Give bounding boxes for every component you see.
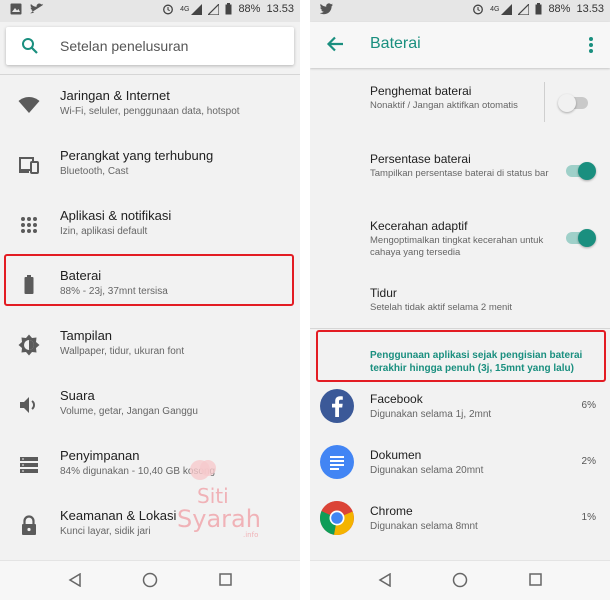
app-name: Facebook: [370, 392, 423, 406]
app-name: Dokumen: [370, 448, 422, 462]
item-title: Penyimpanan: [60, 448, 140, 463]
app-usage: Digunakan selama 20mnt: [370, 465, 484, 476]
app-usage: Digunakan selama 1j, 2mnt: [370, 409, 492, 420]
svg-text:Syarah: Syarah: [177, 505, 261, 533]
alarm-icon: [163, 4, 174, 15]
app-usage-row-chrome[interactable]: Chrome Digunakan selama 8mnt 1%: [310, 492, 610, 548]
divider: [310, 328, 610, 329]
item-title: Jaringan & Internet: [60, 88, 170, 103]
item-title: Keamanan & Lokasi: [60, 508, 177, 523]
item-subtitle: Bluetooth, Cast: [60, 166, 129, 177]
svg-text:.info: .info: [243, 531, 258, 539]
app-usage-row-facebook[interactable]: Facebook Digunakan selama 1j, 2mnt 6%: [310, 380, 610, 436]
signal-icon: [191, 3, 203, 15]
item-subtitle: Izin, aplikasi default: [60, 226, 148, 237]
item-subtitle: Wallpaper, tidur, ukuran font: [60, 346, 185, 357]
twitter-icon: [30, 3, 44, 14]
devices-icon: [19, 157, 39, 174]
lock-icon: [22, 515, 36, 535]
back-arrow-icon[interactable]: [326, 36, 344, 52]
pref-title: Tidur: [370, 286, 397, 300]
network-type: 4G: [490, 5, 500, 13]
recents-nav-button[interactable]: [529, 573, 542, 586]
pref-subtitle: Setelah tidak aktif selama 2 menit: [370, 302, 513, 313]
storage-icon: [20, 457, 38, 473]
settings-item-display[interactable]: Tampilan Wallpaper, tidur, ukuran font: [0, 314, 300, 374]
pref-subtitle: Mengoptimalkan tingkat kecerahan untuk c…: [370, 235, 544, 258]
speaker-icon: [20, 397, 35, 413]
alarm-icon: [473, 4, 484, 15]
app-percent: 2%: [581, 456, 596, 467]
pref-title: Kecerahan adaptif: [370, 219, 468, 233]
pref-title: Penghemat baterai: [370, 84, 472, 98]
settings-item-connected-devices[interactable]: Perangkat yang terhubung Bluetooth, Cast: [0, 134, 300, 194]
facebook-icon: [320, 389, 354, 423]
image-notification-icon: [10, 3, 22, 15]
navigation-bar: [0, 560, 300, 600]
chrome-icon: [320, 501, 354, 535]
status-bar: 4G 88% 13.53: [310, 0, 610, 22]
back-nav-button[interactable]: [378, 573, 392, 587]
highlight-box-battery: [4, 254, 294, 306]
app-usage-row-docs[interactable]: Dokumen Digunakan selama 20mnt 2%: [310, 436, 610, 492]
back-nav-button[interactable]: [68, 573, 82, 587]
docs-icon: [320, 445, 354, 479]
network-type: 4G: [180, 5, 190, 13]
item-subtitle: Wi-Fi, seluler, penggunaan data, hotspot: [60, 106, 240, 117]
app-bar: Baterai: [310, 22, 610, 68]
clock: 13.53: [576, 3, 604, 15]
recents-nav-button[interactable]: [219, 573, 232, 586]
navigation-bar: [310, 560, 610, 600]
watermark-graphic: Siti Syarah .info: [177, 460, 261, 539]
pref-title: Persentase baterai: [370, 152, 471, 166]
settings-item-sound[interactable]: Suara Volume, getar, Jangan Ganggu: [0, 374, 300, 434]
app-percent: 6%: [581, 400, 596, 411]
item-subtitle: Volume, getar, Jangan Ganggu: [60, 406, 198, 417]
wifi-icon: [18, 97, 40, 113]
item-subtitle: Kunci layar, sidik jari: [60, 526, 151, 537]
battery-percentage-toggle[interactable]: [566, 162, 596, 180]
item-title: Tampilan: [60, 328, 113, 343]
search-settings-bar[interactable]: Setelan penelusuran: [6, 27, 294, 65]
item-title: Aplikasi & notifikasi: [60, 208, 172, 223]
signal-icon: [501, 3, 513, 15]
toggle-thumb: [558, 94, 576, 112]
brightness-icon: [18, 334, 40, 356]
toggle-thumb: [578, 162, 596, 180]
app-percent: 1%: [581, 512, 596, 523]
apps-grid-icon: [21, 217, 37, 233]
home-nav-button[interactable]: [142, 572, 158, 588]
more-options-icon[interactable]: [588, 36, 594, 54]
search-icon: [22, 38, 38, 54]
settings-panel: 4G 88% 13.53 Setelan penelusuran Jaringa…: [0, 0, 300, 600]
battery-status-icon: [225, 3, 232, 15]
watermark-logo: Siti Syarah .info: [175, 455, 295, 545]
app-name: Chrome: [370, 504, 413, 518]
battery-percent: 88%: [238, 3, 261, 15]
no-sim-signal-icon: [518, 3, 530, 15]
adaptive-brightness-toggle[interactable]: [566, 229, 596, 247]
page-title: Baterai: [370, 35, 421, 52]
highlight-box-usage: [316, 330, 606, 382]
home-nav-button[interactable]: [452, 572, 468, 588]
clock: 13.53: [266, 3, 294, 15]
pref-subtitle: Tampilkan persentase baterai di status b…: [370, 168, 549, 179]
toggle-thumb: [578, 229, 596, 247]
search-placeholder: Setelan penelusuran: [60, 38, 189, 54]
twitter-icon: [320, 3, 333, 15]
pref-sleep[interactable]: Tidur Setelah tidak aktif selama 2 menit: [370, 284, 600, 320]
no-sim-signal-icon: [208, 3, 220, 15]
item-title: Suara: [60, 388, 95, 403]
item-title: Perangkat yang terhubung: [60, 148, 214, 163]
battery-saver-toggle[interactable]: [558, 94, 590, 112]
status-bar: 4G 88% 13.53: [0, 0, 300, 22]
battery-percent: 88%: [548, 3, 571, 15]
app-usage: Digunakan selama 8mnt: [370, 521, 478, 532]
battery-status-icon: [535, 3, 542, 15]
pref-subtitle: Nonaktif / Jangan aktifkan otomatis: [370, 100, 518, 111]
settings-item-network[interactable]: Jaringan & Internet Wi-Fi, seluler, peng…: [0, 74, 300, 134]
vertical-divider: [544, 82, 545, 122]
battery-panel: 4G 88% 13.53 Baterai Penghemat baterai N…: [310, 0, 610, 600]
settings-item-apps[interactable]: Aplikasi & notifikasi Izin, aplikasi def…: [0, 194, 300, 254]
